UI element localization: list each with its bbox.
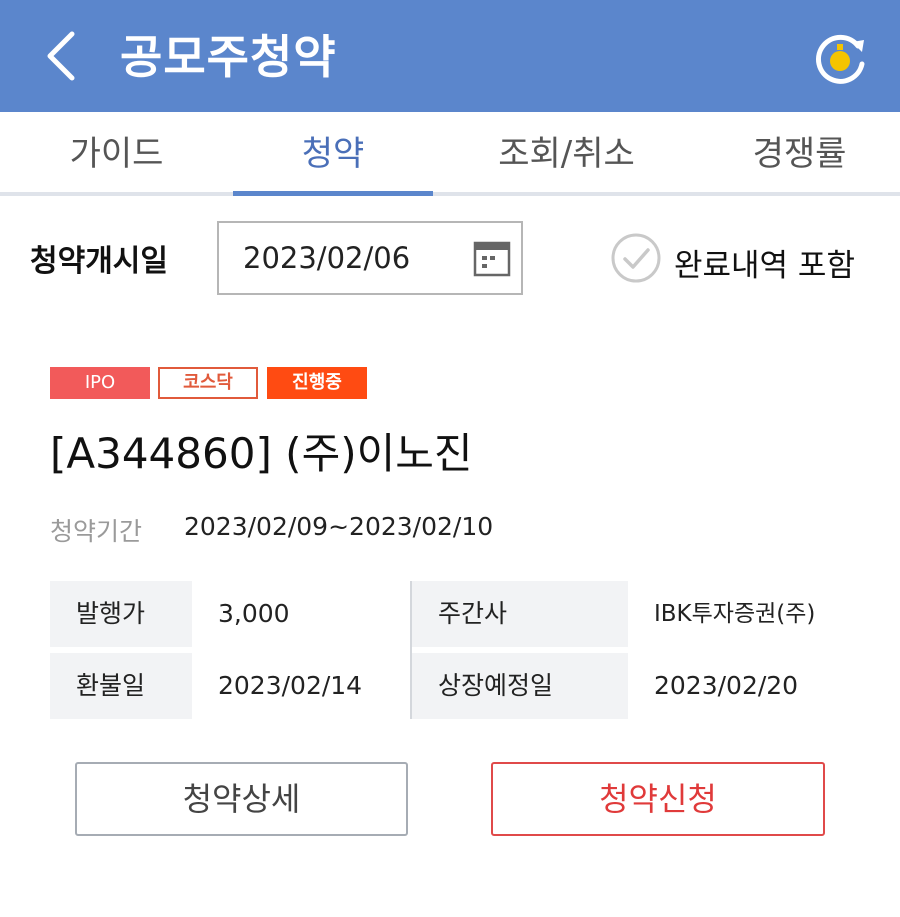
date-picker[interactable]: 2023/02/06 — [217, 221, 523, 295]
listing-date-value: 2023/02/20 — [654, 671, 799, 700]
page-title: 공모주청약 — [120, 30, 337, 84]
issue-price-value: 3,000 — [218, 599, 290, 628]
badge-market: 코스닥 — [158, 367, 258, 399]
badge-ipo: IPO — [50, 367, 150, 399]
tab-bar: 가이드 청약 조회/취소 경쟁률 — [0, 112, 900, 196]
tab-inquiry-cancel[interactable]: 조회/취소 — [450, 112, 683, 196]
badge-status: 진행중 — [267, 367, 367, 399]
underwriter-label: 주간사 — [412, 581, 628, 647]
app-bar: 공모주청약 — [0, 0, 900, 112]
listing-date-label: 상장예정일 — [412, 653, 628, 719]
refresh-icon — [816, 34, 865, 84]
tab-competition-rate[interactable]: 경쟁률 — [683, 112, 900, 196]
stock-name: [A344860] (주)이노진 — [50, 429, 473, 478]
subscription-apply-button[interactable]: 청약신청 — [491, 762, 825, 836]
chevron-left-icon — [47, 31, 75, 81]
date-filter-label: 청약개시일 — [30, 244, 168, 279]
underwriter-value: IBK투자증권(주) — [654, 601, 816, 627]
tab-guide[interactable]: 가이드 — [0, 112, 233, 196]
tab-subscription[interactable]: 청약 — [233, 112, 433, 196]
period-label: 청약기간 — [50, 517, 143, 546]
refund-date-value: 2023/02/14 — [218, 671, 363, 700]
refund-date-label: 환불일 — [50, 653, 192, 719]
check-circle-icon — [611, 233, 661, 283]
refresh-button[interactable] — [808, 28, 872, 92]
back-button[interactable] — [36, 26, 96, 86]
issue-price-label: 발행가 — [50, 581, 192, 647]
date-value: 2023/02/06 — [243, 241, 411, 275]
period-value: 2023/02/09~2023/02/10 — [184, 512, 494, 541]
offering-info-table: 발행가 3,000 주간사 IBK투자증권(주) 환불일 2023/02/14 … — [50, 581, 850, 719]
calendar-icon[interactable] — [473, 239, 511, 277]
table-divider — [410, 581, 412, 719]
subscription-detail-button[interactable]: 청약상세 — [75, 762, 408, 836]
include-completed-label: 완료내역 포함 — [674, 248, 855, 284]
